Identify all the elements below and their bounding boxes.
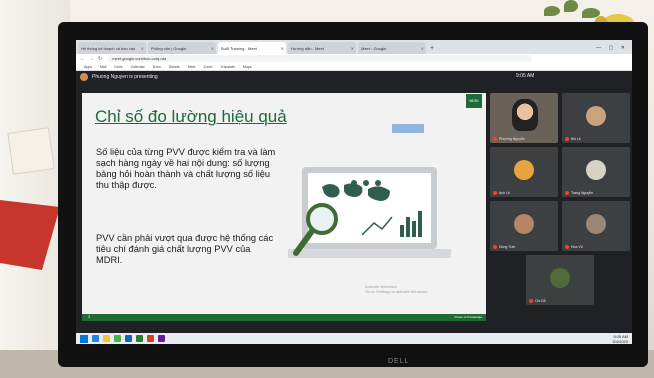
meet-area: Phuong Nguyen is presenting 9:05 AM Chỉ …	[76, 71, 632, 333]
bookmark-item[interactable]: Sheets	[169, 65, 180, 69]
word-icon[interactable]	[125, 335, 132, 342]
close-icon[interactable]: ✕	[281, 46, 284, 51]
tab-4[interactable]: Meet - Google ✕	[358, 42, 426, 54]
mdri-logo: MDRI	[466, 94, 482, 108]
close-icon[interactable]: ✕	[351, 46, 354, 51]
avatar	[80, 73, 88, 81]
avatar	[586, 160, 606, 180]
close-icon[interactable]: ✕	[211, 46, 214, 51]
windows-taskbar: 9:05 AM 3/4/2020	[76, 333, 632, 344]
bookmark-item[interactable]: Maps	[243, 65, 252, 69]
forward-icon[interactable]: →	[89, 56, 94, 62]
presenting-text: Phuong Nguyen is presenting	[92, 74, 158, 80]
tab-2[interactable]: Buổi Training - Meet ✕	[218, 42, 286, 54]
participant-tile[interactable]: Hoa Vũ	[562, 201, 630, 251]
person-icon	[351, 180, 357, 186]
bookmark-item[interactable]: Translate	[220, 65, 234, 69]
bookmark-item[interactable]: Mail	[100, 65, 106, 69]
mic-off-icon	[493, 191, 497, 195]
participant-tile[interactable]: Chi Đỗ	[526, 255, 594, 305]
tab-0[interactable]: Hệ thống kế hoạch và báo cáo ✕	[78, 42, 146, 54]
chrome-icon[interactable]	[114, 335, 121, 342]
participant-tile[interactable]: Phương Nguyễn	[490, 93, 558, 143]
slide-paragraph-1: Số liệu của từng PVV được kiểm tra và là…	[96, 147, 276, 190]
laptop-base	[288, 249, 451, 258]
presenting-bar: Phuong Nguyen is presenting	[76, 71, 496, 83]
slide-footer-text: Power of Knowledge	[454, 315, 482, 319]
system-tray-clock[interactable]: 9:05 AM 3/4/2020	[612, 334, 628, 344]
bookmark-item[interactable]: Drive	[114, 65, 122, 69]
mic-off-icon	[493, 245, 497, 249]
mic-off-icon	[565, 137, 569, 141]
app-icon[interactable]	[158, 335, 165, 342]
bar-icon	[400, 225, 404, 237]
bookmark-item[interactable]: Apps	[84, 65, 92, 69]
windows-start-icon[interactable]	[80, 334, 88, 343]
avatar	[514, 160, 534, 180]
slide-paragraph-2: PVV cần phải vượt qua được hệ thống các …	[96, 233, 274, 265]
slide-footer-bar: 3 Power of Knowledge	[82, 314, 486, 321]
powerpoint-icon[interactable]	[147, 335, 154, 342]
mic-off-icon	[493, 137, 497, 141]
paper-note	[7, 127, 55, 175]
screen: Hệ thống kế hoạch và báo cáo ✕ Phỏng vấn …	[76, 40, 632, 333]
avatar	[514, 214, 534, 234]
slide-title: Chỉ số đo lường hiệu quả	[95, 107, 287, 126]
mic-off-icon	[565, 191, 569, 195]
bar-icon	[418, 211, 422, 237]
participant-tile[interactable]: Anh Lê	[490, 147, 558, 197]
mic-off-icon	[565, 245, 569, 249]
person-icon	[375, 180, 381, 186]
address-bar: ← → ↻ meet.google.com/bcc-oxtq-rda	[76, 54, 632, 63]
close-icon[interactable]: ✕	[421, 46, 424, 51]
participant-tile[interactable]: Trang Nguyễn	[562, 147, 630, 197]
folder-icon[interactable]	[103, 335, 110, 342]
avatar	[550, 268, 570, 288]
tab-1[interactable]: Phỏng vấn | Google ✕	[148, 42, 216, 54]
mic-off-icon	[529, 299, 533, 303]
back-icon[interactable]: ←	[80, 56, 85, 62]
participant-grid: Phương Nguyễn Bùi Lê Anh Lê Trang Nguyễn…	[490, 71, 632, 333]
browser-tabstrip: Hệ thống kế hoạch và báo cáo ✕ Phỏng vấn …	[76, 40, 632, 54]
presentation-slide: Chỉ số đo lường hiệu quả MDRI Số liệu củ…	[82, 93, 486, 321]
slide-badge	[392, 124, 424, 133]
bookmark-item[interactable]: Zoom	[203, 65, 212, 69]
activate-windows-watermark: Activate Windows Go to Settings to activ…	[365, 284, 429, 294]
window-controls[interactable]: — ▢ ✕	[596, 45, 628, 51]
url-input[interactable]: meet.google.com/bcc-oxtq-rda	[108, 55, 533, 62]
participant-video	[512, 99, 538, 131]
person-icon	[363, 180, 369, 186]
bookmarks-bar: Apps Mail Drive Calendar Docs Sheets Mee…	[76, 63, 632, 71]
slide-number: 3	[88, 315, 90, 319]
bar-icon	[406, 217, 410, 237]
participant-tile[interactable]: Dung Trần	[490, 201, 558, 251]
bookmark-item[interactable]: Docs	[153, 65, 161, 69]
bookmark-item[interactable]: Calendar	[131, 65, 145, 69]
avatar	[586, 214, 606, 234]
tab-3[interactable]: Hướng dẫn - Meet ✕	[288, 42, 356, 54]
close-icon[interactable]: ✕	[141, 46, 144, 51]
monitor-brand: DELL	[388, 358, 410, 365]
participant-tile[interactable]: Bùi Lê	[562, 93, 630, 143]
excel-icon[interactable]	[136, 335, 143, 342]
avatar	[586, 106, 606, 126]
new-tab-button[interactable]: +	[430, 45, 434, 52]
edge-icon[interactable]	[92, 335, 99, 342]
reload-icon[interactable]: ↻	[98, 56, 102, 62]
analytics-illustration	[288, 167, 451, 258]
bookmark-item[interactable]: Meet	[188, 65, 196, 69]
bar-icon	[412, 221, 416, 237]
